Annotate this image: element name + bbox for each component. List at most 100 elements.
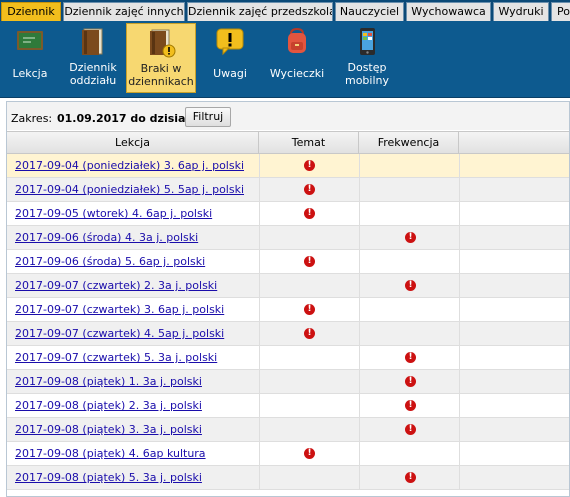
column-divider (359, 274, 360, 298)
temat-warning-icon: ! (304, 328, 315, 339)
column-divider (359, 466, 360, 490)
column-divider (459, 178, 460, 202)
lekcja-link[interactable]: 2017-09-05 (wtorek) 4. 6ap j. polski (15, 207, 212, 220)
column-divider (259, 418, 260, 442)
braki-w-dziennikach-label: Braki w dziennikach (128, 62, 194, 88)
lekcja-link[interactable]: 2017-09-08 (piątek) 1. 3a j. polski (15, 375, 202, 388)
tab-po[interactable]: Po (551, 2, 570, 21)
column-divider (359, 322, 360, 346)
lekcja-link[interactable]: 2017-09-07 (czwartek) 5. 3a j. polski (15, 351, 217, 364)
table-row: 2017-09-08 (piątek) 5. 3a j. polski! (7, 466, 569, 490)
tab-dziennik-zajec-przedszkola[interactable]: Dziennik zajęć przedszkola (187, 2, 333, 21)
dziennik-oddzialu-label: Dziennik oddziału (69, 61, 117, 87)
table-row: 2017-09-04 (poniedziałek) 3. 6ap j. pols… (7, 154, 569, 178)
frekwencja-warning-icon: ! (405, 472, 416, 483)
backpack-icon (282, 26, 312, 59)
temat-warning-icon: ! (304, 304, 315, 315)
table-row: 2017-09-08 (piątek) 3. 3a j. polski! (7, 418, 569, 442)
frekwencja-warning-icon: ! (405, 232, 416, 243)
lekcja-link[interactable]: 2017-09-08 (piątek) 5. 3a j. polski (15, 471, 202, 484)
table-row: 2017-09-08 (piątek) 1. 3a j. polski! (7, 370, 569, 394)
table-row: 2017-09-07 (czwartek) 5. 3a j. polski! (7, 346, 569, 370)
lekcja-link[interactable]: 2017-09-07 (czwartek) 4. 5ap j. polski (15, 327, 224, 340)
frekwencja-warning-icon: ! (405, 376, 416, 387)
filtruj-button[interactable]: Filtruj (185, 107, 231, 127)
column-divider (359, 178, 360, 202)
column-divider (359, 250, 360, 274)
top-nav-bar: Dziennik Dziennik zajęć innych Dziennik … (0, 0, 570, 21)
column-divider (259, 178, 260, 202)
column-divider (459, 298, 460, 322)
lekcja-button[interactable]: Lekcja (4, 23, 56, 93)
column-divider (259, 274, 260, 298)
frekwencja-warning-icon: ! (405, 424, 416, 435)
phone-icon (352, 26, 382, 61)
frekwencja-warning-icon: ! (405, 280, 416, 291)
column-divider (359, 442, 360, 466)
tab-wydruki[interactable]: Wydruki (493, 2, 549, 21)
column-divider (259, 394, 260, 418)
table-row: 2017-09-05 (wtorek) 4. 6ap j. polski! (7, 202, 569, 226)
tab-dziennik[interactable]: Dziennik (1, 2, 61, 21)
column-divider (259, 370, 260, 394)
column-divider (359, 298, 360, 322)
column-divider (459, 442, 460, 466)
wycieczki-button[interactable]: Wycieczki (268, 23, 326, 93)
column-divider (459, 226, 460, 250)
lekcja-link[interactable]: 2017-09-07 (czwartek) 3. 6ap j. polski (15, 303, 224, 316)
column-divider (459, 466, 460, 490)
lekcja-link[interactable]: 2017-09-08 (piątek) 4. 6ap kultura (15, 447, 206, 460)
tab-nauczyciel[interactable]: Nauczyciel (335, 2, 404, 21)
temat-warning-icon: ! (304, 256, 315, 267)
column-divider (259, 298, 260, 322)
tab-wychowawca[interactable]: Wychowawca (406, 2, 491, 21)
column-divider (359, 202, 360, 226)
table-row: 2017-09-06 (środa) 5. 6ap j. polski! (7, 250, 569, 274)
table-row: 2017-09-07 (czwartek) 2. 3a j. polski! (7, 274, 569, 298)
column-divider (459, 370, 460, 394)
dostep-mobilny-label: Dostęp mobilny (344, 61, 390, 87)
uwagi-button[interactable]: Uwagi (206, 23, 254, 93)
lekcja-link[interactable]: 2017-09-06 (środa) 5. 6ap j. polski (15, 255, 205, 268)
zakres-value: 01.09.2017 do dzisiaj (57, 112, 190, 125)
column-divider (459, 250, 460, 274)
column-divider (259, 250, 260, 274)
book-icon (78, 26, 108, 61)
braki-w-dziennikach-button[interactable]: Braki w dziennikach (126, 23, 196, 93)
filter-bar: Zakres: 01.09.2017 do dzisiaj Filtruj (7, 102, 569, 130)
column-divider (459, 418, 460, 442)
zakres-label: Zakres: (11, 112, 53, 125)
column-divider (359, 394, 360, 418)
lekcja-link[interactable]: 2017-09-08 (piątek) 2. 3a j. polski (15, 399, 202, 412)
wycieczki-label: Wycieczki (269, 67, 325, 80)
uwagi-label: Uwagi (213, 67, 247, 80)
column-divider (359, 154, 360, 178)
table-row: 2017-09-08 (piątek) 2. 3a j. polski! (7, 394, 569, 418)
lekcja-link[interactable]: 2017-09-08 (piątek) 3. 3a j. polski (15, 423, 202, 436)
table-row: 2017-09-07 (czwartek) 3. 6ap j. polski! (7, 298, 569, 322)
dostep-mobilny-button[interactable]: Dostęp mobilny (336, 23, 398, 93)
table-row: 2017-09-08 (piątek) 4. 6ap kultura! (7, 442, 569, 466)
lekcja-link[interactable]: 2017-09-04 (poniedziałek) 5. 5ap j. pols… (15, 183, 244, 196)
tab-dziennik-zajec-innych[interactable]: Dziennik zajęć innych (63, 2, 185, 21)
column-divider (459, 154, 460, 178)
table-row: 2017-09-07 (czwartek) 4. 5ap j. polski! (7, 322, 569, 346)
temat-warning-icon: ! (304, 208, 315, 219)
column-divider (259, 202, 260, 226)
column-divider (259, 466, 260, 490)
board-icon (15, 26, 45, 59)
table-row: 2017-09-04 (poniedziałek) 5. 5ap j. pols… (7, 178, 569, 202)
column-divider (359, 370, 360, 394)
table-body: 2017-09-04 (poniedziałek) 3. 6ap j. pols… (7, 154, 569, 490)
header-lekcja[interactable]: Lekcja (7, 132, 259, 153)
header-temat[interactable]: Temat (259, 132, 359, 153)
frekwencja-warning-icon: ! (405, 400, 416, 411)
header-frekwencja[interactable]: Frekwencja (359, 132, 459, 153)
lekcja-link[interactable]: 2017-09-06 (środa) 4. 3a j. polski (15, 231, 198, 244)
column-divider (459, 202, 460, 226)
column-divider (359, 226, 360, 250)
lekcja-link[interactable]: 2017-09-07 (czwartek) 2. 3a j. polski (15, 279, 217, 292)
dziennik-oddzialu-button[interactable]: Dziennik oddziału (62, 23, 124, 93)
column-divider (259, 322, 260, 346)
lekcja-link[interactable]: 2017-09-04 (poniedziałek) 3. 6ap j. pols… (15, 159, 244, 172)
